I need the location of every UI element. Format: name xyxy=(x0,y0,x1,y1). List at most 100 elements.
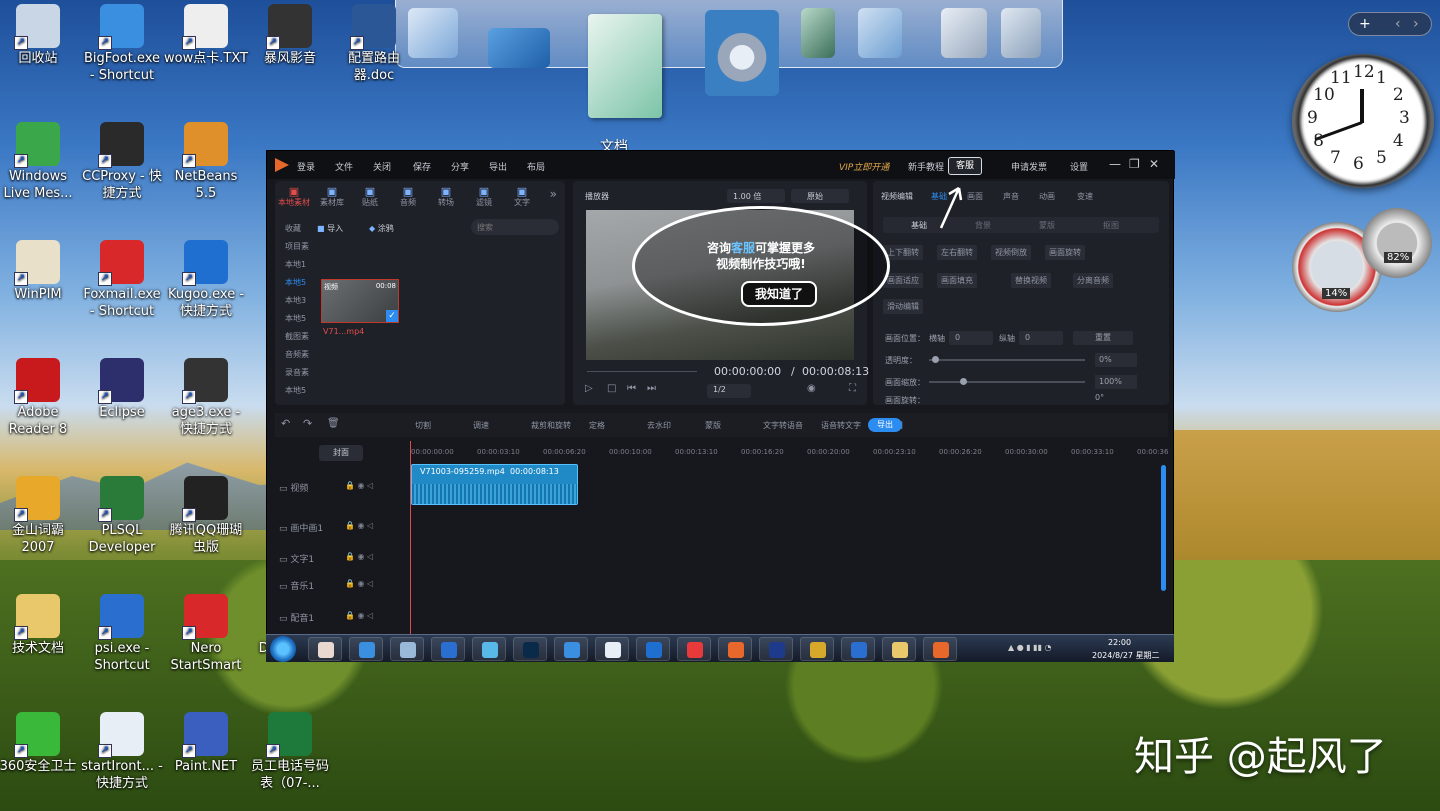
desktop-icon[interactable]: ↗ 360安全卫士 xyxy=(0,712,80,775)
timeline-tool[interactable]: 去水印 xyxy=(647,420,671,431)
tab-animation[interactable]: 动画 xyxy=(1039,191,1055,202)
menu-save[interactable]: 保存 xyxy=(413,160,431,173)
a-task[interactable] xyxy=(759,637,793,661)
edit-button[interactable]: 画面填充 xyxy=(937,273,977,288)
desktop-icon[interactable]: ↗ 金山词霸 2007 xyxy=(0,476,80,556)
bird-task[interactable] xyxy=(636,637,670,661)
fullscreen-icon[interactable]: ⛶ xyxy=(849,383,856,394)
explorer-task[interactable] xyxy=(882,637,916,661)
timeline-tool[interactable]: 定格 xyxy=(589,420,605,431)
undo-icon[interactable]: ↶ xyxy=(281,417,290,430)
desktop-icon[interactable]: ↗ PLSQL Developer xyxy=(80,476,164,556)
desktop-icon[interactable]: ↗ WinPIM xyxy=(0,240,80,303)
desktop-icon[interactable]: ↗ 员工电话号码表（07-... xyxy=(248,712,332,792)
media-disc-icon[interactable] xyxy=(705,10,779,96)
tab-sound[interactable]: 声音 xyxy=(1003,191,1019,202)
photo-icon[interactable] xyxy=(801,8,835,58)
export-button[interactable]: 导出 xyxy=(868,418,902,432)
tab-picture[interactable]: 画面 xyxy=(967,191,983,202)
minimize-button[interactable]: — xyxy=(1109,157,1121,171)
media-sidebar-item[interactable]: 本地5 xyxy=(285,385,306,396)
desktop-icon[interactable]: ↗ 暴风影音 xyxy=(248,4,332,67)
media-thumbnail[interactable]: 视频 00:08 ✓ xyxy=(321,279,399,323)
play-button[interactable]: ▷ xyxy=(585,383,593,394)
cut-task[interactable] xyxy=(718,637,752,661)
track-controls-icon[interactable]: 🔒 ◉ ◁ xyxy=(345,481,373,490)
menu-export[interactable]: 导出 xyxy=(489,160,507,173)
timeline-tool[interactable]: 语音转文字 xyxy=(821,420,861,431)
media-sidebar-item[interactable]: 本地3 xyxy=(285,295,306,306)
desktop-icon[interactable]: ↗ age3.exe - 快捷方式 xyxy=(164,358,248,438)
edit-button[interactable]: 画面适应 xyxy=(883,273,923,288)
desktop-icon[interactable]: ↗ Windows Live Mes... xyxy=(0,122,80,202)
gadget-bar[interactable]: + ‹ › xyxy=(1348,12,1432,36)
desktop-icon[interactable]: ↗ Paint.NET xyxy=(164,712,248,775)
feishu-task[interactable] xyxy=(472,637,506,661)
opacity-slider[interactable] xyxy=(929,356,1085,363)
clock-gadget[interactable]: 12 1 2 3 4 5 6 7 8 9 10 11 xyxy=(1292,54,1434,188)
snapshot-icon[interactable]: ◉ xyxy=(807,383,816,394)
quality-select[interactable]: 1/2 xyxy=(707,384,751,398)
graph-icon[interactable] xyxy=(858,8,902,58)
menu-login[interactable]: 登录 xyxy=(297,160,315,173)
redo-icon[interactable]: ↷ xyxy=(303,417,312,430)
close-window-button[interactable]: ✕ xyxy=(1149,157,1159,171)
panel-collapse-icon[interactable]: » xyxy=(550,187,557,201)
desktop-icon[interactable]: ↗ NetBeans 5.5 xyxy=(164,122,248,202)
edit-button[interactable]: 分离音频 xyxy=(1073,273,1113,288)
desktop-icon[interactable]: ↗ wow点卡.TXT xyxy=(164,4,248,67)
timeline-scrollbar[interactable] xyxy=(1161,465,1166,591)
desktop-icon[interactable]: ↗ Foxmail.exe - Shortcut xyxy=(80,240,164,320)
desktop-icon[interactable]: ↗ psi.exe - Shortcut xyxy=(80,594,164,674)
playback-progress[interactable] xyxy=(587,371,697,372)
desktop-icon[interactable]: ↗ Adobe Reader 8 xyxy=(0,358,80,438)
media-task[interactable] xyxy=(349,637,383,661)
desktop-icon[interactable]: ↗ 回收站 xyxy=(0,4,80,67)
tasks-icon[interactable] xyxy=(941,8,987,58)
invoice-button[interactable]: 申请发票 xyxy=(1011,160,1047,173)
cpu-meter-gadget[interactable]: 14% 82% xyxy=(1292,208,1434,312)
media-sidebar-item[interactable]: 收藏 xyxy=(285,223,301,234)
photoshop-task[interactable] xyxy=(513,637,547,661)
media-tab[interactable]: ▣ 贴纸 xyxy=(353,185,387,208)
calc-task[interactable] xyxy=(595,637,629,661)
desktop-icon[interactable]: ↗ startIront... - 快捷方式 xyxy=(80,712,164,792)
sub-tab[interactable]: 基础 xyxy=(911,220,927,231)
menu-file[interactable]: 文件 xyxy=(335,160,353,173)
menu-share[interactable]: 分享 xyxy=(451,160,469,173)
position-x-input[interactable]: 0 xyxy=(949,331,993,345)
timeline-tool[interactable]: 文字转语音 xyxy=(763,420,803,431)
opacity-knob[interactable] xyxy=(932,356,940,363)
edit-button[interactable]: 滑动编辑 xyxy=(883,299,923,314)
desktop-icon[interactable]: ↗ 配置路由器.doc xyxy=(332,4,416,84)
scale-slider[interactable] xyxy=(929,378,1085,385)
timeline-playhead[interactable] xyxy=(410,441,411,641)
doodle-button[interactable]: ◆ 涂鸦 xyxy=(369,223,394,234)
next-frame-button[interactable]: ⏭ xyxy=(647,383,656,394)
editor-task[interactable] xyxy=(923,637,957,661)
timeline-tool[interactable]: 裁剪和旋转 xyxy=(531,420,571,431)
customer-service-button[interactable]: 客服 xyxy=(948,157,982,175)
track-header[interactable]: ▭ 画中画1 🔒 ◉ ◁ xyxy=(279,521,409,534)
sub-tab[interactable]: 蒙版 xyxy=(1039,220,1055,231)
media-sidebar-item[interactable]: 录音素 xyxy=(285,367,309,378)
sogou2-task[interactable] xyxy=(841,637,875,661)
prev-frame-button[interactable]: ⏮ xyxy=(627,383,636,394)
track-header[interactable]: ▭ 音乐1 🔒 ◉ ◁ xyxy=(279,579,409,592)
speed-select[interactable]: 1.00 倍 xyxy=(727,189,785,203)
edit-button[interactable]: 替换视频 xyxy=(1011,273,1051,288)
scale-knob[interactable] xyxy=(960,378,968,385)
edit-button[interactable]: 画面旋转 xyxy=(1045,245,1085,260)
timeline-tool[interactable]: 切割 xyxy=(415,420,431,431)
sogou-task[interactable] xyxy=(431,637,465,661)
import-button[interactable]: ■ 导入 xyxy=(317,223,343,234)
media-sidebar-item[interactable]: 项目素 xyxy=(285,241,309,252)
chrome-task[interactable] xyxy=(308,637,342,661)
media-search-input[interactable] xyxy=(471,219,559,235)
document-folder-icon[interactable] xyxy=(588,14,662,118)
rotate-value[interactable]: 0° xyxy=(1095,393,1104,402)
gadget-next-button[interactable]: › xyxy=(1413,16,1419,32)
start-button[interactable] xyxy=(270,636,296,662)
edit-button[interactable]: 左右翻转 xyxy=(937,245,977,260)
tray-icons[interactable]: ▲ ● ▮ ▮▮ ◔ xyxy=(1008,643,1052,652)
